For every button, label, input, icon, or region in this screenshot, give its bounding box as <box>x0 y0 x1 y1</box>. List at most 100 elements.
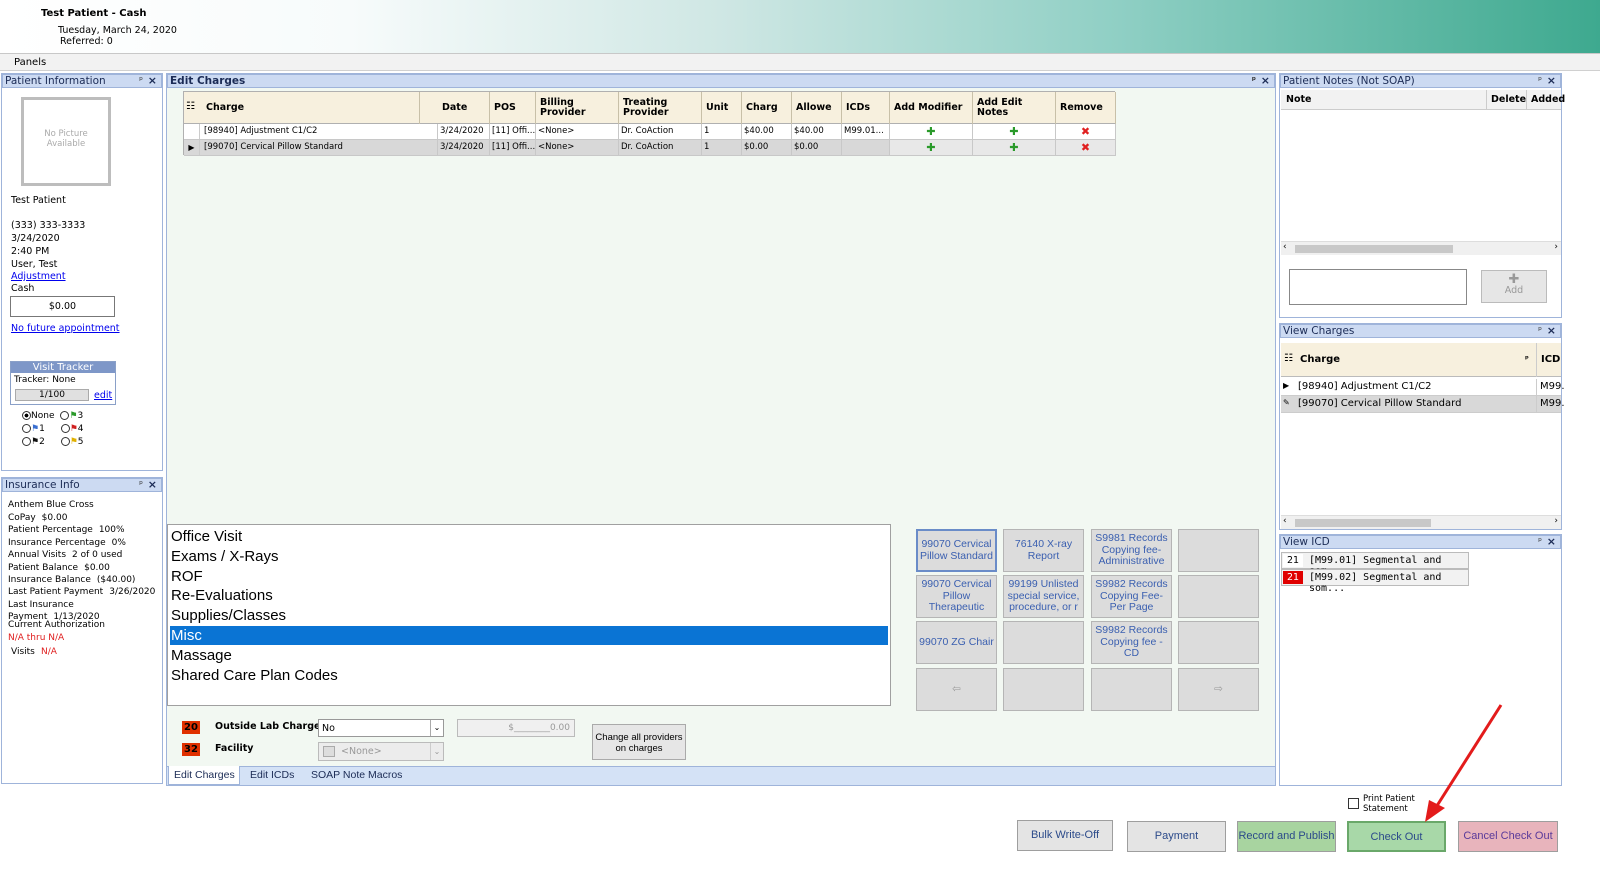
grid-col-header[interactable]: POS <box>490 92 536 124</box>
outside-lab-amount[interactable]: $________0.00 <box>457 719 575 737</box>
table-cell[interactable]: M99.01... <box>842 124 890 139</box>
pin-icon[interactable]: ᵖ <box>139 75 143 87</box>
close-icon[interactable]: × <box>148 75 157 87</box>
table-cell[interactable]: $40.00 <box>792 124 842 139</box>
quick-charge-button[interactable]: S9982 Records Copying fee - CD <box>1091 621 1172 664</box>
next-page-button[interactable]: ⇨ <box>1178 668 1259 711</box>
future-appointment-link[interactable]: No future appointment <box>11 323 120 334</box>
close-icon[interactable]: × <box>1547 325 1556 337</box>
flag-radio-3[interactable] <box>60 411 70 420</box>
quick-charge-button[interactable]: S9981 Records Copying fee-Administrative <box>1091 529 1172 572</box>
panels-menu[interactable]: Panels <box>14 57 46 68</box>
table-cell[interactable]: $0.00 <box>792 140 842 155</box>
quick-charge-button[interactable]: 99070 ZG Chair <box>916 621 997 664</box>
table-cell[interactable]: [98940] Adjustment C1/C2 <box>202 124 438 139</box>
tab-edit-icds[interactable]: Edit ICDs <box>250 769 294 781</box>
table-row[interactable]: [98940] Adjustment C1/C2 3/24/2020 [11] Of… <box>184 124 1116 140</box>
add-modifier-icon[interactable]: ✚ <box>890 140 973 155</box>
scroll-left-icon[interactable]: ‹ <box>1283 516 1287 526</box>
grid-col-header[interactable]: Allowe <box>792 92 842 124</box>
scroll-left-icon[interactable]: ‹ <box>1283 242 1287 252</box>
adjustment-link[interactable]: Adjustment <box>11 271 66 282</box>
table-cell[interactable]: <None> <box>536 124 619 139</box>
table-cell[interactable]: $0.00 <box>742 140 792 155</box>
category-item[interactable]: Massage <box>170 646 888 665</box>
category-item[interactable]: Shared Care Plan Codes <box>170 666 888 685</box>
flag-radio-none[interactable] <box>22 411 31 420</box>
grid-col-header[interactable]: Treating Provider <box>619 92 702 124</box>
quick-charge-empty[interactable] <box>1003 621 1084 664</box>
quick-charge-empty[interactable] <box>1178 575 1259 618</box>
table-row[interactable]: ▶ [99070] Cervical Pillow Standard 3/24/20… <box>184 140 1116 156</box>
table-cell[interactable]: [11] Offi... <box>490 124 536 139</box>
flag-radio-5[interactable] <box>60 437 70 446</box>
table-cell[interactable]: 1 <box>702 140 742 155</box>
add-note-button[interactable]: ✚ Add <box>1481 270 1547 303</box>
change-providers-button[interactable]: Change all providers on charges <box>592 724 686 760</box>
add-note-icon[interactable]: ✚ <box>973 140 1056 155</box>
pin-icon[interactable]: ᵖ <box>139 479 143 491</box>
tab-soap-note-macros[interactable]: SOAP Note Macros <box>311 769 402 781</box>
quick-charge-empty[interactable] <box>1178 621 1259 664</box>
quick-charge-empty[interactable] <box>1178 529 1259 572</box>
tracker-edit-link[interactable]: edit <box>94 390 112 401</box>
scroll-thumb[interactable] <box>1295 519 1431 527</box>
quick-charge-empty[interactable] <box>1091 668 1172 711</box>
table-cell[interactable]: 3/24/2020 <box>438 124 490 139</box>
list-item[interactable]: ✎ [99070] Cervical Pillow Standard M99. <box>1281 396 1565 413</box>
close-icon[interactable]: × <box>1547 536 1556 548</box>
category-item[interactable]: Misc <box>170 626 888 645</box>
chevron-down-icon[interactable]: ⌄ <box>430 720 443 736</box>
quick-charge-button[interactable]: 99199 Unlisted special service, procedur… <box>1003 575 1084 618</box>
flag-radio-2[interactable] <box>22 437 31 446</box>
category-item[interactable]: ROF <box>170 567 888 586</box>
icd-item[interactable]: 21 [M99.02] Segmental and som... <box>1281 569 1469 594</box>
close-icon[interactable]: × <box>148 479 157 491</box>
pin-icon[interactable]: ᵖ <box>1252 75 1256 87</box>
table-cell[interactable] <box>842 140 890 155</box>
facility-select[interactable]: <None> ⌄ <box>318 742 444 761</box>
row-selector[interactable] <box>184 124 200 139</box>
list-item[interactable]: ▶ [98940] Adjustment C1/C2 M99. <box>1281 379 1565 396</box>
category-item[interactable]: Re-Evaluations <box>170 586 888 605</box>
pin-icon[interactable]: ᵖ <box>1538 325 1542 337</box>
category-item[interactable]: Exams / X-Rays <box>170 547 888 566</box>
remove-icon[interactable]: ✖ <box>1056 140 1116 155</box>
payment-button[interactable]: Payment <box>1127 821 1226 852</box>
grid-col-header[interactable]: Add Modifier <box>890 92 973 124</box>
grid-col-header[interactable]: Date <box>438 92 490 124</box>
close-icon[interactable]: × <box>1261 75 1270 87</box>
flag-radio-1[interactable] <box>22 424 31 433</box>
grid-col-header[interactable]: ICDs <box>842 92 890 124</box>
grid-col-header[interactable]: Billing Provider <box>536 92 619 124</box>
pin-icon[interactable]: ᵖ <box>1538 536 1542 548</box>
table-cell[interactable]: [11] Offi... <box>490 140 536 155</box>
table-cell[interactable]: [99070] Cervical Pillow Standard <box>202 140 438 155</box>
tab-edit-charges[interactable]: Edit Charges <box>174 769 235 781</box>
record-publish-button[interactable]: Record and Publish <box>1237 821 1336 852</box>
table-cell[interactable]: Dr. CoAction <box>619 140 702 155</box>
scroll-right-icon[interactable]: › <box>1554 516 1558 526</box>
grid-col-header[interactable]: Unit <box>702 92 742 124</box>
table-cell[interactable]: <None> <box>536 140 619 155</box>
grid-col-header[interactable]: Charge <box>202 92 420 124</box>
category-item[interactable]: Supplies/Classes <box>170 606 888 625</box>
print-statement-checkbox[interactable] <box>1348 798 1359 809</box>
view-charges-scrollbar[interactable]: ‹ › <box>1281 515 1561 529</box>
quick-charge-button[interactable]: 99070 Cervical Pillow Therapeutic <box>916 575 997 618</box>
close-icon[interactable]: × <box>1547 75 1556 87</box>
remove-icon[interactable]: ✖ <box>1056 124 1116 139</box>
chevron-down-icon[interactable]: ⌄ <box>430 743 443 760</box>
quick-charge-button[interactable]: 99070 Cervical Pillow Standard <box>916 529 997 572</box>
table-cell[interactable]: 3/24/2020 <box>438 140 490 155</box>
grid-chooser-icon[interactable]: ☷ <box>1284 353 1293 364</box>
cancel-check-out-button[interactable]: Cancel Check Out <box>1458 821 1558 852</box>
notes-scrollbar[interactable]: ‹ › <box>1281 241 1561 255</box>
note-input[interactable] <box>1289 269 1467 305</box>
grid-chooser-icon[interactable]: ☷ <box>186 101 195 112</box>
table-cell[interactable]: Dr. CoAction <box>619 124 702 139</box>
prev-page-button[interactable]: ⇦ <box>916 668 997 711</box>
flag-radio-4[interactable] <box>60 424 70 433</box>
add-modifier-icon[interactable]: ✚ <box>890 124 973 139</box>
grid-col-header[interactable]: Add Edit Notes <box>973 92 1056 124</box>
